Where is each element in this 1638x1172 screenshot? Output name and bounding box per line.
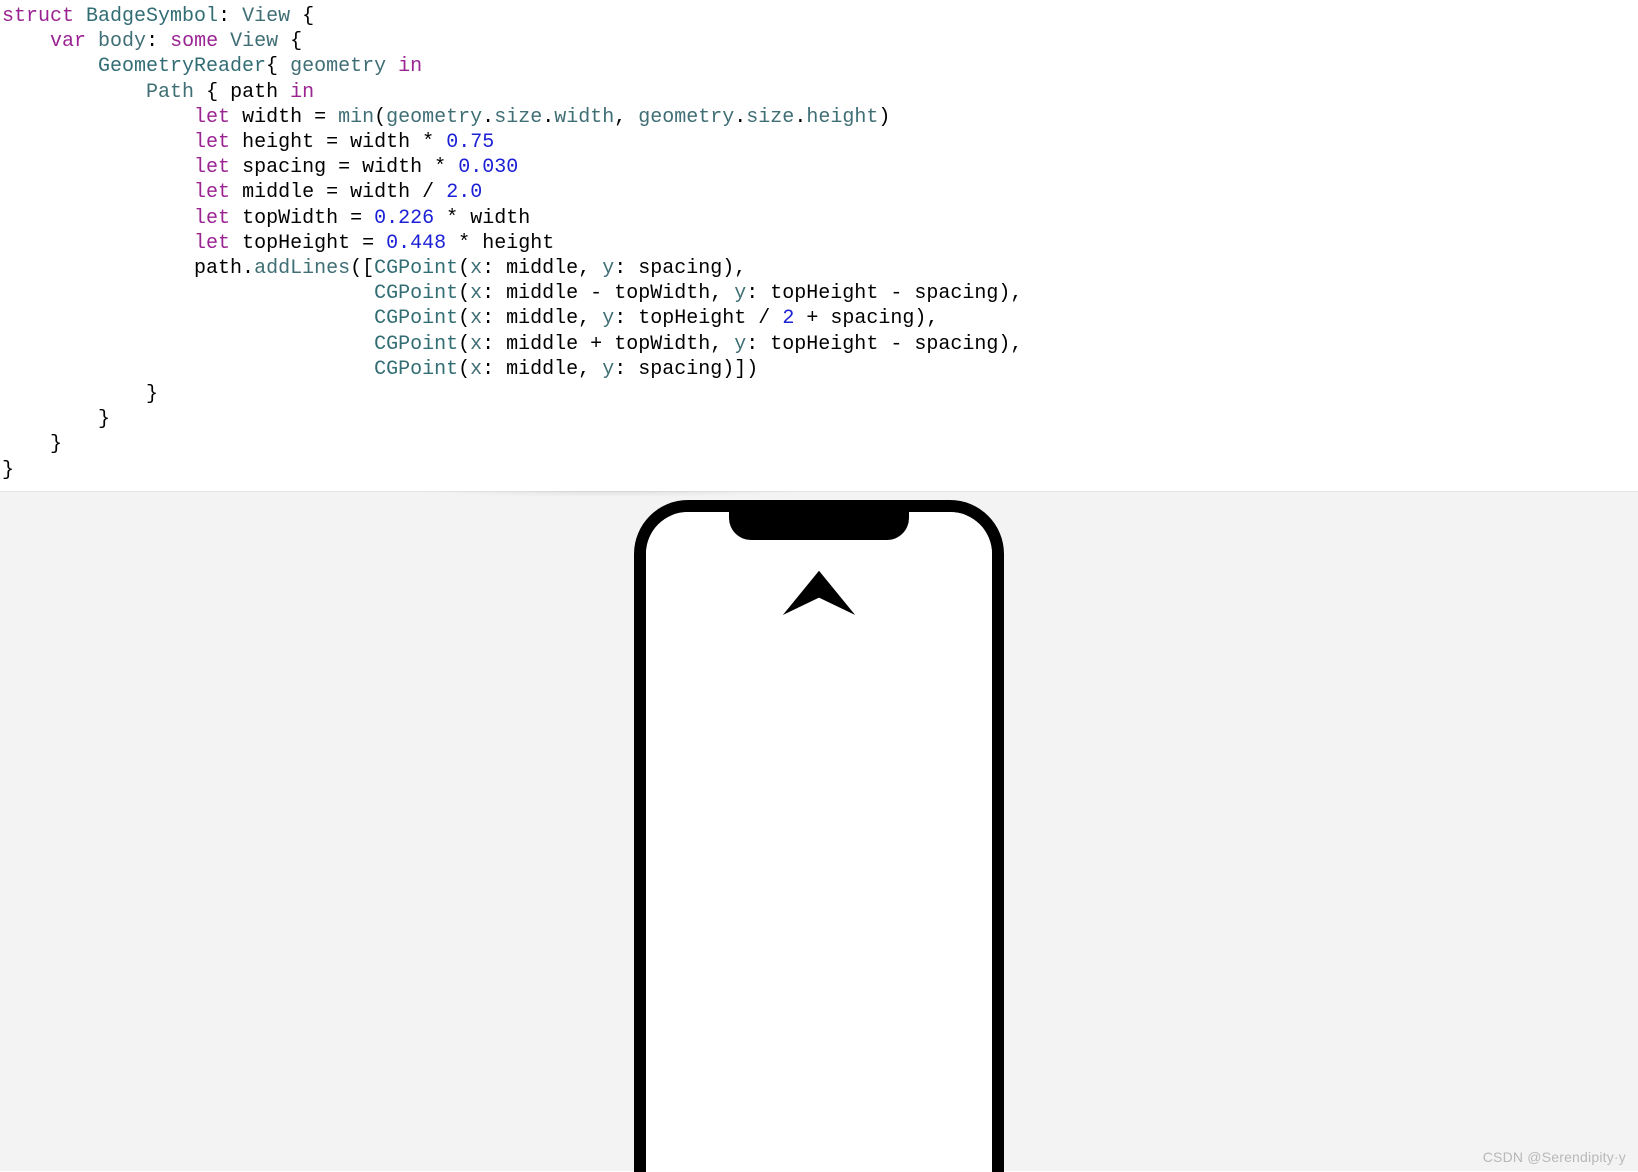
iphone-notch	[729, 510, 909, 540]
addlines-call: addLines	[254, 257, 350, 280]
path-type: Path	[146, 81, 194, 104]
keyword-struct: struct	[2, 5, 74, 28]
preview-canvas: CSDN @Serendipity·y	[0, 491, 1638, 1171]
phone-top-shadow	[420, 491, 800, 497]
type-view: View	[242, 5, 290, 28]
type-name: BadgeSymbol	[86, 5, 218, 28]
iphone-frame	[634, 500, 1004, 1172]
keyword-var: var	[50, 30, 86, 53]
geometryreader: GeometryReader	[98, 55, 266, 78]
preview-content	[646, 512, 992, 1172]
badge-symbol-icon	[739, 566, 899, 686]
code-editor[interactable]: struct BadgeSymbol: View { var body: som…	[0, 0, 1638, 491]
csdn-watermark: CSDN @Serendipity·y	[1483, 1149, 1626, 1165]
